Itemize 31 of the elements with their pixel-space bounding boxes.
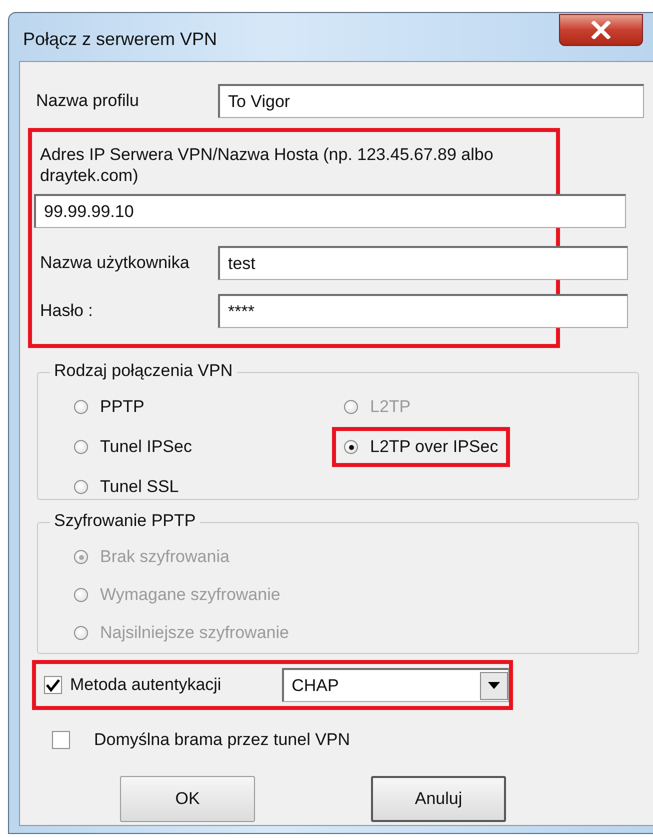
checkbox-label: Domyślna brama przez tunel VPN xyxy=(94,730,350,750)
field-label: Adres IP Serwera VPN/Nazwa Hosta (np. 123.45.67.89 albo draytek.com) xyxy=(40,144,494,186)
checkbox[interactable] xyxy=(44,676,62,694)
radio-option[interactable]: Tunel SSL xyxy=(74,473,179,501)
close-icon xyxy=(591,21,611,39)
group-title: Szyfrowanie PPTP xyxy=(50,511,200,531)
checkmark-icon xyxy=(45,678,61,692)
field-label: Hasło : xyxy=(40,301,94,321)
input-field[interactable]: 99.99.99.10 xyxy=(34,194,626,228)
input-field[interactable]: **** xyxy=(218,294,628,328)
checkbox-label: Metoda autentykacji xyxy=(70,675,222,695)
dialog-button[interactable]: OK xyxy=(120,776,255,822)
caret-icon xyxy=(488,682,500,689)
radio-option[interactable]: L2TP over IPSec xyxy=(332,427,510,467)
input-field[interactable]: To Vigor xyxy=(218,84,644,118)
radio-button[interactable] xyxy=(74,440,88,454)
field-label: Nazwa użytkownika xyxy=(40,253,190,273)
group-title: Rodzaj połączenia VPN xyxy=(50,361,237,381)
dropdown[interactable]: CHAP xyxy=(282,668,509,702)
dropdown-arrow-button[interactable] xyxy=(480,672,508,700)
close-button[interactable] xyxy=(559,14,643,46)
field-label: Nazwa profilu xyxy=(36,91,140,111)
radio-option[interactable]: Tunel IPSec xyxy=(74,433,192,461)
radio-button[interactable] xyxy=(74,400,88,414)
checkbox[interactable] xyxy=(52,731,70,749)
dialog-button[interactable]: Anuluj xyxy=(371,776,506,822)
input-field[interactable]: test xyxy=(218,246,628,280)
radio-button[interactable] xyxy=(74,480,88,494)
window-title: Połącz z serwerem VPN xyxy=(22,28,218,50)
radio-option[interactable]: PPTP xyxy=(74,393,144,421)
radio-button[interactable] xyxy=(344,440,358,454)
